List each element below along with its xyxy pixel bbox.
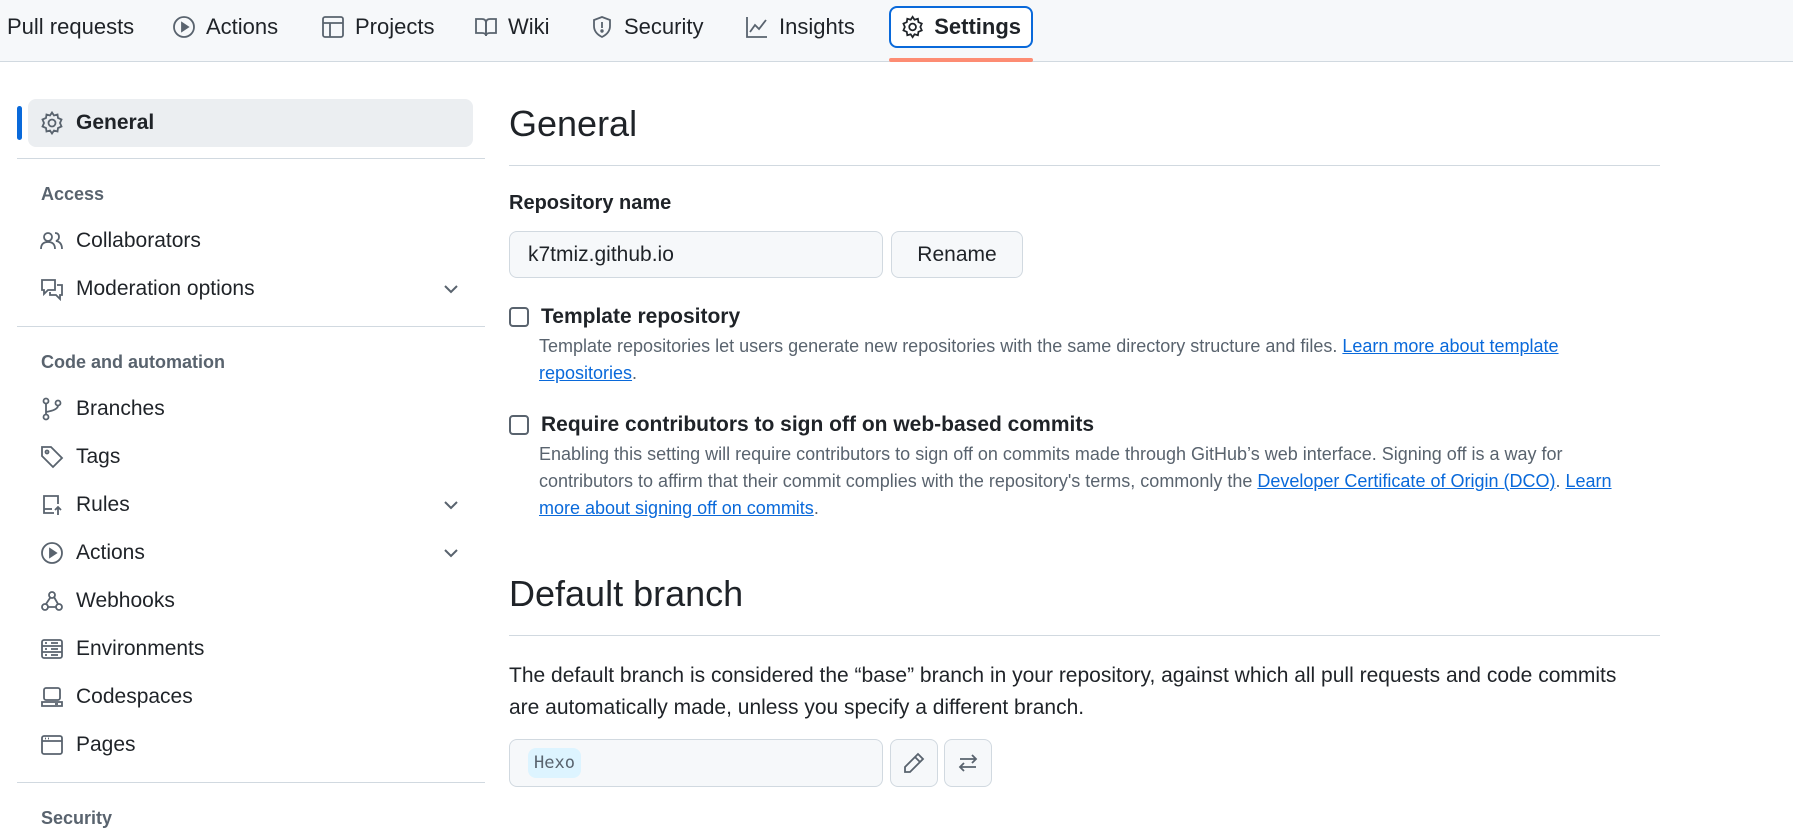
sidebar-item-moderation-options[interactable]: Moderation options <box>28 269 473 309</box>
template-repo-label: Template repository <box>541 305 741 328</box>
tag-icon <box>41 446 64 469</box>
tab-settings[interactable]: Settings <box>889 6 1033 48</box>
tab-label: Security <box>624 14 704 39</box>
gear-icon <box>41 111 63 135</box>
sidebar-item-collaborators[interactable]: Collaborators <box>28 221 473 261</box>
tab-label: Wiki <box>508 14 550 39</box>
webhook-icon <box>41 591 63 611</box>
chevron-down-icon <box>444 285 458 294</box>
repo-name-input[interactable]: k7tmiz.github.io <box>509 231 883 278</box>
tab-label: Projects <box>355 14 435 39</box>
repo-nav: Pull requests Actions Projects Wiki Secu… <box>0 0 1793 62</box>
punctuation: . <box>813 498 819 518</box>
tab-pull-requests[interactable]: Pull requests <box>0 6 144 48</box>
sidebar-item-rules[interactable]: Rules <box>28 485 473 525</box>
repo-name-label: Repository name <box>509 192 672 214</box>
sidebar-item-branches[interactable]: Branches <box>28 389 473 429</box>
sidebar-heading-code-automation: Code and automation <box>41 352 225 372</box>
chevron-down-icon <box>444 501 458 510</box>
sidebar-item-actions[interactable]: Actions <box>28 533 473 573</box>
sidebar-heading-access: Access <box>41 184 105 204</box>
template-repo-setting: Template repository <box>509 305 740 329</box>
sidebar-item-label: Tags <box>76 445 121 468</box>
page-title: General <box>509 103 638 144</box>
tab-wiki[interactable]: Wiki <box>464 6 560 48</box>
sidebar-item-label: Actions <box>76 541 145 564</box>
tab-actions[interactable]: Actions <box>162 6 288 48</box>
graph-icon <box>746 17 767 38</box>
settings-main: General Repository name k7tmiz.github.io… <box>509 62 1664 840</box>
signoff-description: Enabling this setting will require contr… <box>539 441 1649 522</box>
dco-link[interactable]: Developer Certificate of Origin (DCO) <box>1257 471 1555 491</box>
punctuation: . <box>632 363 638 383</box>
table-icon <box>322 16 344 38</box>
sidebar-item-general[interactable]: General <box>28 99 473 147</box>
arrow-switch-icon <box>958 754 978 772</box>
sidebar-item-label: Branches <box>76 397 165 420</box>
pencil-icon <box>904 752 925 773</box>
play-icon <box>173 16 195 38</box>
tab-insights[interactable]: Insights <box>735 6 865 48</box>
book-icon <box>475 18 497 37</box>
edit-branch-button[interactable] <box>890 739 938 787</box>
default-branch-field: Hexo <box>509 739 883 787</box>
sidebar-heading-security: Security <box>41 808 113 828</box>
tab-label: Settings <box>934 14 1021 39</box>
codespaces-icon <box>41 687 63 707</box>
play-icon <box>41 542 63 564</box>
divider <box>509 165 1660 166</box>
divider <box>509 635 1660 636</box>
chevron-down-icon <box>444 549 458 558</box>
gear-icon <box>902 15 923 39</box>
signoff-label: Require contributors to sign off on web-… <box>541 413 1095 436</box>
people-icon <box>40 232 63 250</box>
tab-label: Pull requests <box>7 14 135 39</box>
tab-security[interactable]: Security <box>580 6 713 48</box>
default-branch-title: Default branch <box>509 573 744 614</box>
sidebar-item-label: Pages <box>76 733 136 756</box>
settings-sidebar: General Access Collaborators Moderation … <box>0 62 500 840</box>
sidebar-item-label: Webhooks <box>76 589 175 612</box>
divider <box>17 158 485 159</box>
divider <box>17 326 485 327</box>
git-branch-icon <box>42 397 62 421</box>
tab-label: Insights <box>779 14 855 39</box>
tab-projects[interactable]: Projects <box>311 6 444 48</box>
switch-branch-button[interactable] <box>944 739 992 787</box>
sidebar-item-webhooks[interactable]: Webhooks <box>28 581 473 621</box>
sidebar-item-label: Environments <box>76 637 205 660</box>
active-indicator <box>17 106 22 140</box>
sidebar-item-label: Codespaces <box>76 685 193 708</box>
repo-name-value: k7tmiz.github.io <box>528 242 674 266</box>
browser-icon <box>41 735 63 755</box>
sidebar-item-pages[interactable]: Pages <box>28 725 473 765</box>
sidebar-item-codespaces[interactable]: Codespaces <box>28 677 473 717</box>
description-text: Template repositories let users generate… <box>539 336 1338 356</box>
divider <box>17 782 485 783</box>
sidebar-item-label: General <box>76 111 155 134</box>
repo-push-icon <box>43 495 62 515</box>
branch-name-badge: Hexo <box>528 748 581 778</box>
signoff-setting: Require contributors to sign off on web-… <box>509 413 1094 437</box>
sidebar-item-environments[interactable]: Environments <box>28 629 473 669</box>
comment-discussion-icon <box>41 279 63 301</box>
server-icon <box>41 639 63 659</box>
sidebar-item-label: Collaborators <box>76 229 201 252</box>
template-repo-checkbox[interactable] <box>509 307 529 327</box>
default-branch-description: The default branch is considered the “ba… <box>509 664 1617 719</box>
punctuation: . <box>1555 471 1561 491</box>
tab-label: Actions <box>206 14 279 39</box>
template-repo-description: Template repositories let users generate… <box>539 333 1649 387</box>
sidebar-item-label: Rules <box>76 493 130 516</box>
sidebar-item-tags[interactable]: Tags <box>28 437 473 477</box>
sidebar-item-label: Moderation options <box>76 277 255 300</box>
signoff-checkbox[interactable] <box>509 415 529 435</box>
shield-icon <box>593 16 611 39</box>
rename-button[interactable]: Rename <box>891 231 1023 278</box>
